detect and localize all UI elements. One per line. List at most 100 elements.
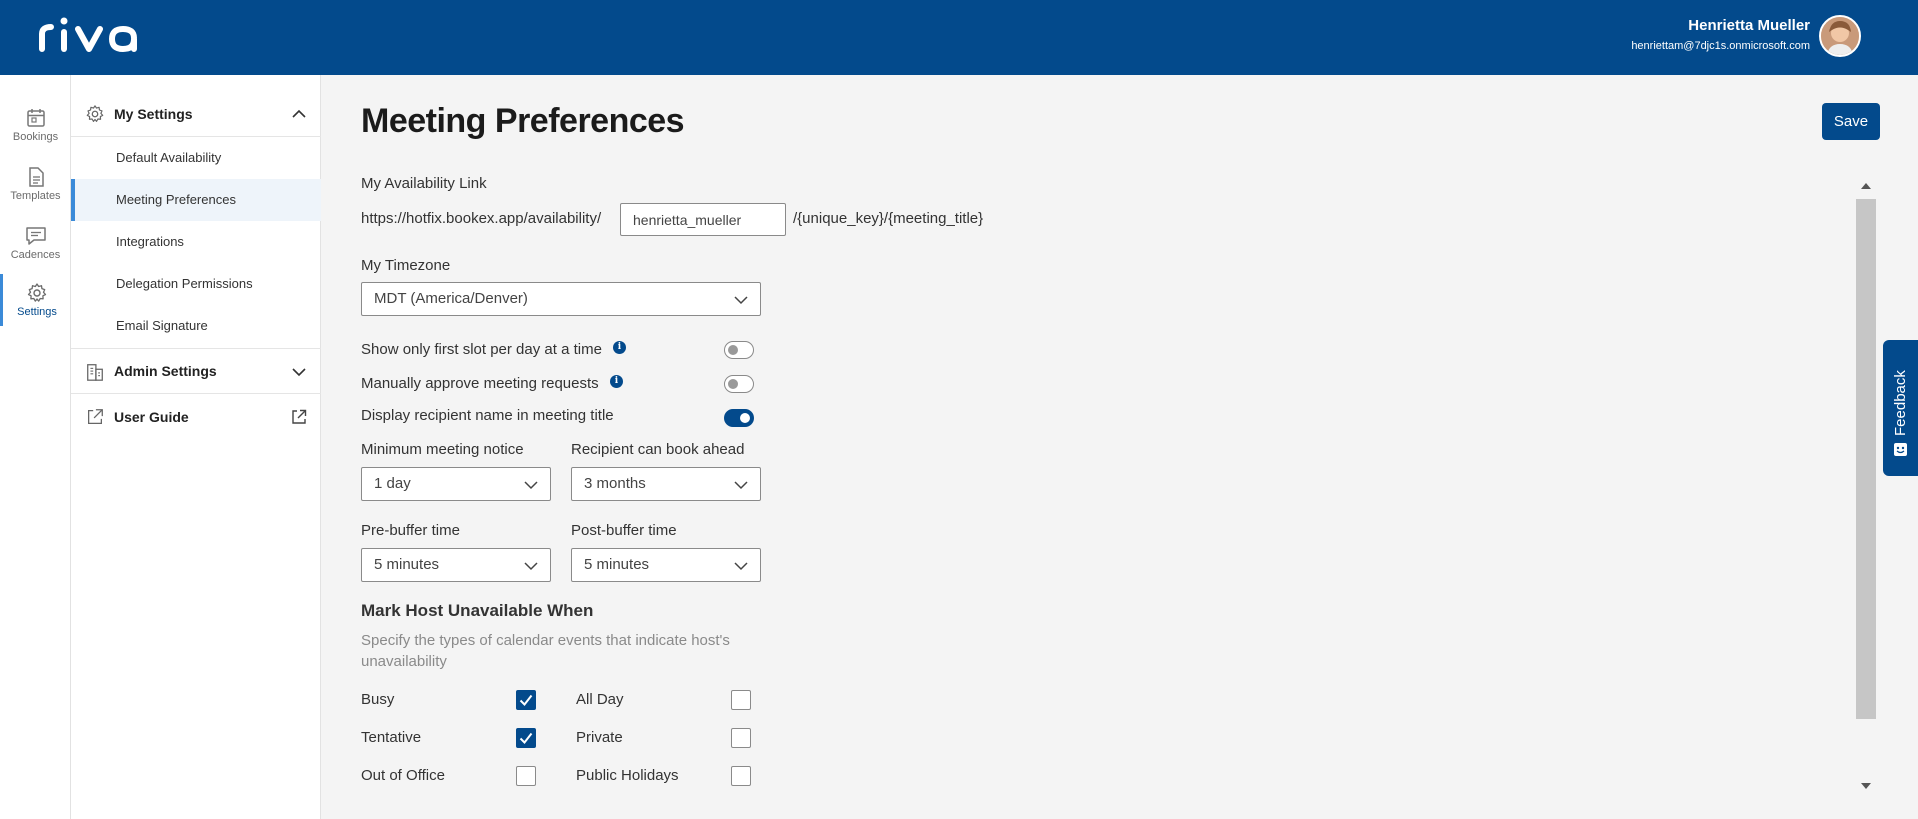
icon-rail: Bookings Templates Cadences Settings [0,75,71,819]
unavailable-section-title: Mark Host Unavailable When [361,601,594,620]
rail-label-templates: Templates [10,190,61,202]
user-guide-link[interactable]: User Guide [71,394,321,440]
chevron-down-icon [734,296,748,305]
option-label-busy: Busy [361,691,395,708]
top-header: Henrietta Mueller henriettam@7djc1s.onmi… [0,0,1918,75]
feedback-label: Feedback [1892,370,1909,436]
sidebar-item-delegation-permissions[interactable]: Delegation Permissions [71,263,321,305]
pre-buffer-label: Pre-buffer time [361,522,460,539]
availability-link-prefix: https://hotfix.bookex.app/availability/ [361,210,602,227]
sidebar-item-default-availability[interactable]: Default Availability [71,137,321,179]
feedback-tab[interactable]: Feedback [1883,340,1918,476]
sidebar-item-integrations[interactable]: Integrations [71,221,321,263]
toggle-recipient-name[interactable] [724,409,754,427]
post-buffer-label: Post-buffer time [571,522,677,539]
rail-label-cadences: Cadences [10,249,61,261]
gear-icon [27,283,47,302]
admin-settings-label: Admin Settings [114,363,217,379]
checkbox-out-of-office[interactable] [516,766,536,786]
unavailable-description: Specify the types of calendar events tha… [361,632,730,670]
main-content: Meeting Preferences Save My Availability… [322,75,1918,819]
my-settings-label: My Settings [114,105,193,122]
timezone-label: My Timezone [361,257,451,274]
rail-label-settings: Settings [17,306,57,318]
chevron-down-icon [734,562,748,571]
rail-item-bookings[interactable]: Bookings [0,101,71,153]
building-icon [87,364,103,381]
calendar-icon [26,109,45,127]
settings-sidebar: My Settings Default Availability Meeting… [71,75,321,819]
post-buffer-select[interactable]: 5 minutes [571,548,761,582]
save-button[interactable]: Save [1822,103,1880,140]
user-info[interactable]: Henrietta Mueller henriettam@7djc1s.onmi… [1631,16,1810,54]
info-icon[interactable]: i [610,375,623,388]
user-email: henriettam@7djc1s.onmicrosoft.com [1631,40,1810,52]
min-notice-label: Minimum meeting notice [361,441,524,458]
checkbox-public-holidays[interactable] [731,766,751,786]
scroll-up-arrow-icon[interactable] [1860,181,1872,191]
sidebar-item-email-signature[interactable]: Email Signature [71,305,321,347]
riva-logo-mark [39,17,137,52]
chevron-up-icon[interactable] [291,106,307,122]
checkbox-tentative[interactable] [516,728,536,748]
toggle-knob [728,345,738,355]
option-label-tentative: Tentative [361,729,422,746]
rail-item-settings[interactable]: Settings [0,274,71,326]
min-notice-select[interactable]: 1 day [361,467,551,501]
sidebar-item-meeting-preferences[interactable]: Meeting Preferences [71,179,321,221]
book-ahead-value: 3 months [584,475,646,492]
avatar-image [1821,17,1859,55]
chevron-down-icon [524,562,538,571]
scrollbar[interactable] [1856,177,1876,797]
info-icon[interactable]: i [613,341,626,354]
scrollbar-thumb[interactable] [1856,199,1876,719]
page-title: Meeting Preferences [361,102,685,140]
option-label-public-holidays: Public Holidays [576,767,679,784]
rail-item-templates[interactable]: Templates [0,160,71,212]
pre-buffer-select[interactable]: 5 minutes [361,548,551,582]
timezone-select[interactable]: MDT (America/Denver) [361,282,761,316]
feedback-icon [1894,443,1907,456]
admin-settings-header[interactable]: Admin Settings [71,348,321,394]
checkbox-all-day[interactable] [731,690,751,710]
post-buffer-value: 5 minutes [584,556,650,573]
toggle-knob [728,379,738,389]
toggle-first-slot[interactable] [724,341,754,359]
checkbox-busy[interactable] [516,690,536,710]
book-ahead-select[interactable]: 3 months [571,467,761,501]
rail-label-bookings: Bookings [12,131,59,143]
toggle-label-recipient-name: Display recipient name in meeting title [361,407,614,424]
timezone-value: MDT (America/Denver) [374,290,528,307]
availability-link-label: My Availability Link [361,175,487,192]
riva-logo[interactable] [38,16,152,57]
scroll-down-arrow-icon[interactable] [1860,781,1872,791]
user-name: Henrietta Mueller [1688,17,1810,34]
user-guide-label: User Guide [114,409,189,425]
rail-item-cadences[interactable]: Cadences [0,219,71,271]
toggle-label-first-slot: Show only first slot per day at a time [361,341,602,358]
open-new-window-icon[interactable] [291,409,307,425]
external-link-icon [88,409,103,424]
check-icon [519,732,533,745]
check-icon [519,694,533,707]
chevron-down-icon [734,481,748,490]
pre-buffer-value: 5 minutes [374,556,440,573]
option-label-all-day: All Day [576,691,624,708]
chat-icon [25,227,46,245]
min-notice-value: 1 day [374,475,411,492]
option-label-private: Private [576,729,623,746]
option-label-out-of-office: Out of Office [361,767,445,784]
chevron-down-icon [524,481,538,490]
toggle-knob [740,413,750,423]
checkbox-private[interactable] [731,728,751,748]
toggle-label-approve: Manually approve meeting requests [361,375,599,392]
gear-icon [86,105,104,122]
book-ahead-label: Recipient can book ahead [571,441,745,458]
toggle-approve-requests[interactable] [724,375,754,393]
chevron-down-icon[interactable] [291,364,307,380]
availability-link-suffix: /{unique_key}/{meeting_title} [793,210,984,227]
availability-link-input[interactable] [620,203,786,236]
document-icon [28,167,44,187]
my-settings-header[interactable]: My Settings [71,91,321,137]
avatar[interactable] [1819,15,1861,57]
